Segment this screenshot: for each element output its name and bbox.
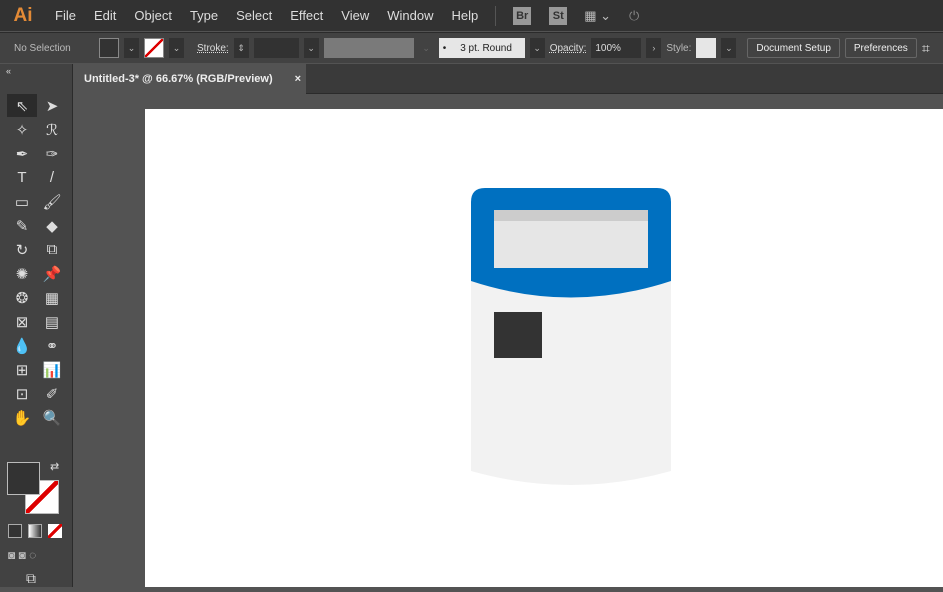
direct-selection-tool-icon[interactable]: ➤ (37, 94, 67, 117)
chevron-down-icon[interactable]: ⌄ (303, 38, 319, 58)
blend-tool-icon[interactable]: ⚭ (37, 334, 67, 357)
screen-mode-icon[interactable]: ⧉ (26, 570, 36, 587)
scale-tool-icon[interactable]: ⧉ (37, 238, 67, 261)
paintbrush-tool-icon[interactable]: 🖌 (37, 190, 67, 213)
fill-color-swatch[interactable] (7, 462, 40, 495)
menu-type[interactable]: Type (181, 8, 227, 23)
style-swatch[interactable] (696, 38, 717, 58)
close-icon[interactable]: × (295, 73, 301, 85)
draw-mode-buttons[interactable]: ◙ ◙ ◌ (8, 548, 36, 562)
symbol-sprayer-tool-icon[interactable]: ⊞ (7, 358, 37, 381)
menu-file[interactable]: File (46, 8, 85, 23)
menu-help[interactable]: Help (442, 8, 487, 23)
magic-wand-tool-icon[interactable]: ✧ (7, 118, 37, 141)
opacity-input[interactable]: 100% (591, 38, 642, 58)
app-logo: Ai (13, 4, 33, 26)
menu-effect[interactable]: Effect (281, 8, 332, 23)
menu-bar: Ai File Edit Object Type Select Effect V… (0, 0, 943, 31)
document-setup-button[interactable]: Document Setup (747, 38, 840, 58)
device-body (471, 279, 671, 485)
document-tab[interactable]: Untitled-3* @ 66.67% (RGB/Preview) × (74, 64, 306, 94)
control-bar: No Selection ⌄ ⌄ Stroke: ⇕ ⌄ ⌄ • 3 pt. R… (0, 32, 943, 63)
stroke-label[interactable]: Stroke: (197, 43, 229, 54)
line-segment-tool-icon[interactable]: / (37, 166, 67, 189)
slice-tool-icon[interactable]: ✐ (37, 382, 67, 405)
stroke-weight-input[interactable] (253, 38, 299, 58)
color-mode-buttons[interactable] (8, 524, 62, 538)
bridge-icon[interactable]: Br (513, 6, 532, 25)
tools-panel: « ⇖ ➤ ✧ ℛ ✒ ✑ T / ▭ 🖌 ✎ ◆ ↻ ⧉ ✺ 📌 ❂ ▦ ⊠ ▤ 💧 ⚭ ⊞ 📊 ⊡ ✐ ✋ 🔍 ⇄ ◙ ◙ ◌ ⧉ (0, 64, 73, 587)
width-tool-icon[interactable]: ✺ (7, 262, 37, 285)
rectangle-tool-icon[interactable]: ▭ (7, 190, 37, 213)
artboard-tool-icon[interactable]: ⊡ (7, 382, 37, 405)
arrange-icon[interactable]: ⌗ (922, 40, 930, 57)
chevron-down-icon[interactable]: ⌄ (169, 38, 184, 58)
menu-edit[interactable]: Edit (85, 8, 125, 23)
collapse-icon[interactable]: « (6, 66, 11, 76)
selection-status: No Selection (14, 42, 71, 54)
menu-window[interactable]: Window (378, 8, 442, 23)
chevron-down-icon[interactable]: ⌄ (124, 38, 139, 58)
eraser-tool-icon[interactable]: ◆ (37, 214, 67, 237)
gradient-tool-icon[interactable]: ▤ (37, 310, 67, 333)
variable-width-profile[interactable] (323, 38, 414, 58)
gpu-icon[interactable]: ⏻ (629, 8, 639, 24)
lasso-tool-icon[interactable]: ℛ (37, 118, 67, 141)
selection-tool-icon[interactable]: ⇖ (7, 94, 37, 117)
workspace-icon[interactable]: ▦ ⌄ (584, 8, 611, 24)
menu-select[interactable]: Select (227, 8, 281, 23)
perspective-grid-tool-icon[interactable]: ▦ (37, 286, 67, 309)
dark-square (494, 312, 542, 358)
swap-icon[interactable]: ⇄ (50, 460, 59, 473)
opacity-label[interactable]: Opacity: (550, 43, 587, 54)
artwork (471, 188, 671, 485)
style-label: Style: (666, 42, 692, 54)
shaper-tool-icon[interactable]: ✎ (7, 214, 37, 237)
stroke-stepper[interactable]: ⇕ (233, 38, 249, 58)
chevron-down-icon[interactable]: ⌄ (529, 38, 545, 58)
shape-builder-tool-icon[interactable]: ❂ (7, 286, 37, 309)
pen-tool-icon[interactable]: ✒ (7, 142, 37, 165)
screen-top-band (494, 210, 648, 221)
curvature-tool-icon[interactable]: ✑ (37, 142, 67, 165)
artboard[interactable] (145, 109, 943, 587)
type-tool-icon[interactable]: T (7, 166, 37, 189)
chevron-down-icon[interactable]: ⌄ (721, 38, 737, 58)
stock-icon[interactable]: St (549, 6, 568, 25)
menu-object[interactable]: Object (125, 8, 181, 23)
chevron-right-icon[interactable]: › (646, 38, 662, 58)
document-tab-bar: Untitled-3* @ 66.67% (RGB/Preview) × (74, 64, 943, 94)
zoom-tool-icon[interactable]: 🔍 (37, 406, 67, 429)
chevron-down-icon: ⌄ (418, 38, 434, 58)
preferences-button[interactable]: Preferences (844, 38, 917, 58)
mesh-tool-icon[interactable]: ⊠ (7, 310, 37, 333)
column-graph-tool-icon[interactable]: 📊 (37, 358, 67, 381)
hand-tool-icon[interactable]: ✋ (7, 406, 37, 429)
rotate-tool-icon[interactable]: ↻ (7, 238, 37, 261)
fill-swatch[interactable] (99, 38, 119, 58)
eyedropper-tool-icon[interactable]: 💧 (7, 334, 37, 357)
menu-view[interactable]: View (332, 8, 378, 23)
puppet-warp-tool-icon[interactable]: 📌 (37, 262, 67, 285)
stroke-swatch[interactable] (144, 38, 164, 58)
brush-definition[interactable]: • 3 pt. Round (438, 38, 525, 58)
